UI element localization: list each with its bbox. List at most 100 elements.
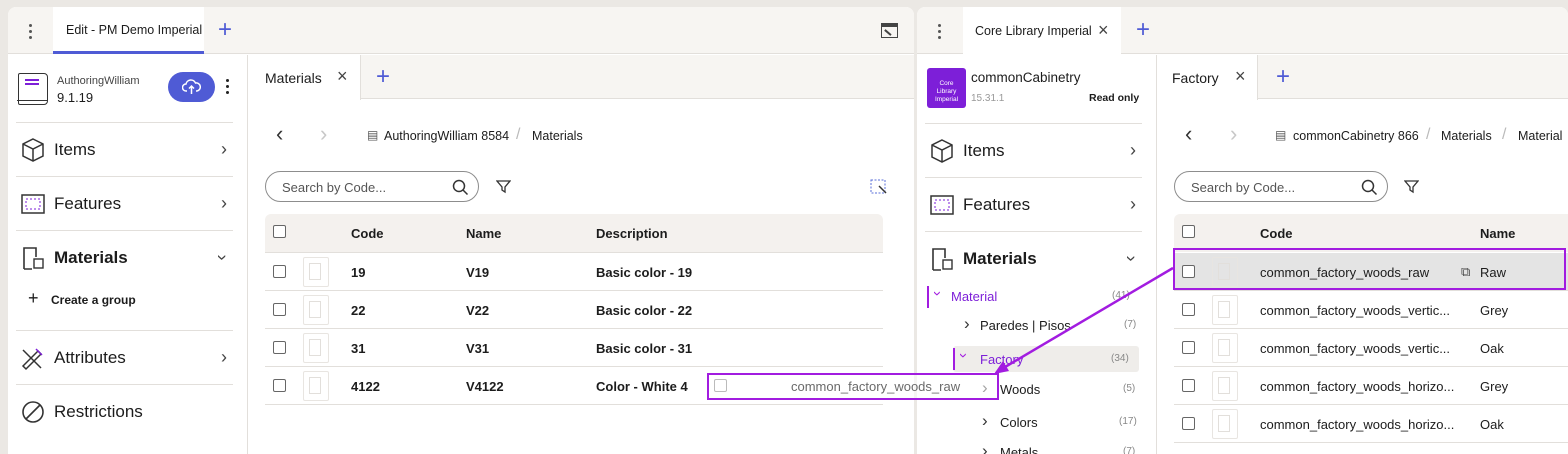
window-menu-icon[interactable] [29, 24, 33, 42]
maximize-icon[interactable] [881, 23, 898, 38]
cell-code: common_factory_woods_horizo... [1260, 379, 1455, 394]
sidebar-item-materials[interactable]: Materials › [16, 231, 233, 285]
cell-name: Grey [1480, 303, 1509, 318]
tree-count: (7) [1124, 319, 1137, 330]
sidebar-item-features[interactable]: Features › [16, 177, 233, 231]
sidebar-item-materials[interactable]: Materials › [925, 232, 1142, 286]
create-group-button[interactable]: + Create a group [28, 288, 228, 313]
sidebar-item-features[interactable]: Features › [925, 178, 1142, 232]
table-row[interactable]: 22 V22 Basic color - 22 [265, 291, 883, 329]
sidebar-label: Items [54, 140, 96, 159]
column-header-code[interactable]: Code [351, 226, 384, 241]
cell-code: common_factory_woods_horizo... [1260, 417, 1455, 432]
filter-icon[interactable] [1404, 179, 1419, 194]
row-checkbox[interactable] [273, 379, 286, 392]
material-thumbnail [303, 333, 329, 363]
library-menu-icon[interactable] [226, 79, 230, 97]
sidebar-item-attributes[interactable]: Attributes › [16, 331, 233, 385]
tree-count: (17) [1119, 416, 1137, 427]
tree-label: Material [951, 289, 998, 304]
tab-core-library[interactable]: Core Library Imperial × [963, 7, 1121, 54]
sidebar-item-items[interactable]: Items › [925, 124, 1142, 178]
select-all-checkbox[interactable] [1182, 225, 1195, 238]
material-thumbnail [303, 295, 329, 325]
cell-code: 19 [351, 265, 366, 280]
tree-count: (5) [1123, 383, 1136, 394]
add-tab-button[interactable]: + [1276, 65, 1290, 89]
search-input[interactable]: Search by Code... [1174, 171, 1388, 202]
filter-icon[interactable] [496, 179, 511, 194]
add-tab-button[interactable]: + [376, 65, 390, 89]
sidebar-label: Features [54, 194, 122, 213]
breadcrumb-library[interactable]: AuthoringWilliam 8584 [384, 129, 509, 143]
row-checkbox[interactable] [273, 303, 286, 316]
left-sidebar: AuthoringWilliam 9.1.19 Items › Features… [8, 55, 248, 454]
column-header-name[interactable]: Name [1480, 226, 1515, 241]
tree-label: Paredes | Pisos [980, 318, 1071, 333]
row-checkbox[interactable] [1182, 303, 1195, 316]
row-checkbox[interactable] [273, 341, 286, 354]
window-menu-icon[interactable] [938, 24, 942, 42]
chevron-right-icon: › [221, 193, 227, 213]
table-row[interactable]: common_factory_woods_vertic... Oak [1174, 329, 1568, 367]
breadcrumb-library[interactable]: commonCabinetry 866 [1293, 129, 1419, 143]
tree-count: (34) [1111, 353, 1129, 364]
tree-label: Woods [1000, 382, 1041, 397]
attributes-icon [21, 348, 43, 371]
breadcrumb-materials[interactable]: Materials [1441, 129, 1492, 143]
cell-code: 22 [351, 303, 366, 318]
tree-node-colors[interactable]: › Colors (17) [953, 409, 1139, 435]
select-all-checkbox[interactable] [273, 225, 286, 238]
table-row[interactable]: 31 V31 Basic color - 31 [265, 329, 883, 367]
column-header-description[interactable]: Description [596, 226, 668, 241]
tab-label: Materials [265, 70, 322, 86]
tree-node-material[interactable]: › Material (41) [927, 284, 1139, 310]
tree-node-paredes-pisos[interactable]: › Paredes | Pisos (7) [927, 312, 1139, 338]
cell-description: Basic color - 31 [596, 341, 693, 356]
breadcrumb-materials[interactable]: Materials [532, 129, 583, 143]
chevron-right-icon: › [221, 139, 227, 159]
row-checkbox[interactable] [1182, 341, 1195, 354]
sidebar-item-restrictions[interactable]: Restrictions [16, 385, 233, 439]
cell-name: V19 [466, 265, 490, 280]
column-header-code[interactable]: Code [1260, 226, 1293, 241]
tree-node-factory[interactable]: › Factory (34) [953, 346, 1139, 372]
upload-cloud-button[interactable] [168, 72, 215, 102]
tab-materials[interactable]: Materials × [249, 55, 361, 100]
tab-factory[interactable]: Factory × [1158, 55, 1258, 100]
search-input[interactable]: Search by Code... [265, 171, 479, 202]
table-row[interactable]: 19 V19 Basic color - 19 [265, 253, 883, 291]
table-row[interactable]: common_factory_woods_horizo... Grey [1174, 367, 1568, 405]
add-tab-button[interactable]: + [1136, 18, 1150, 42]
material-thumbnail [1212, 409, 1238, 439]
breadcrumb-material[interactable]: Material [1518, 129, 1562, 143]
close-icon[interactable]: × [337, 66, 348, 87]
back-arrow-icon[interactable]: ‹ [1185, 121, 1192, 147]
sidebar-item-items[interactable]: Items › [16, 123, 233, 177]
sidebar-label: Materials [54, 248, 128, 267]
materials-icon [932, 248, 953, 271]
breadcrumb-separator: / [1502, 126, 1507, 143]
row-checkbox[interactable] [1182, 379, 1195, 392]
tab-title: Core Library Imperial [975, 24, 1092, 38]
library-version: 15.31.1 [971, 93, 1005, 104]
table-row[interactable]: common_factory_woods_horizo... Oak [1174, 405, 1568, 443]
forward-arrow-icon: › [320, 121, 328, 146]
row-checkbox[interactable] [1182, 417, 1195, 430]
add-tab-button[interactable]: + [218, 18, 232, 42]
cell-code: 31 [351, 341, 366, 356]
back-arrow-icon[interactable]: ‹ [276, 121, 283, 147]
right-library-pane: Core Library Imperial × + Core Library I… [917, 7, 1568, 454]
tree-node-metals[interactable]: › Metals (7) [953, 439, 1139, 454]
column-header-name[interactable]: Name [466, 226, 501, 241]
readonly-badge: Read only [1089, 92, 1140, 104]
sidebar-label: Materials [963, 249, 1037, 268]
cell-description: Color - White 4 [596, 379, 688, 394]
close-icon[interactable]: × [1235, 66, 1246, 87]
table-row[interactable]: common_factory_woods_vertic... Grey [1174, 291, 1568, 329]
column-settings-icon[interactable] [870, 178, 888, 196]
row-checkbox[interactable] [273, 265, 286, 278]
cell-name: Oak [1480, 417, 1504, 432]
tab-edit-pm-demo[interactable]: Edit - PM Demo Imperial [53, 7, 204, 54]
close-icon[interactable]: × [1098, 20, 1109, 41]
